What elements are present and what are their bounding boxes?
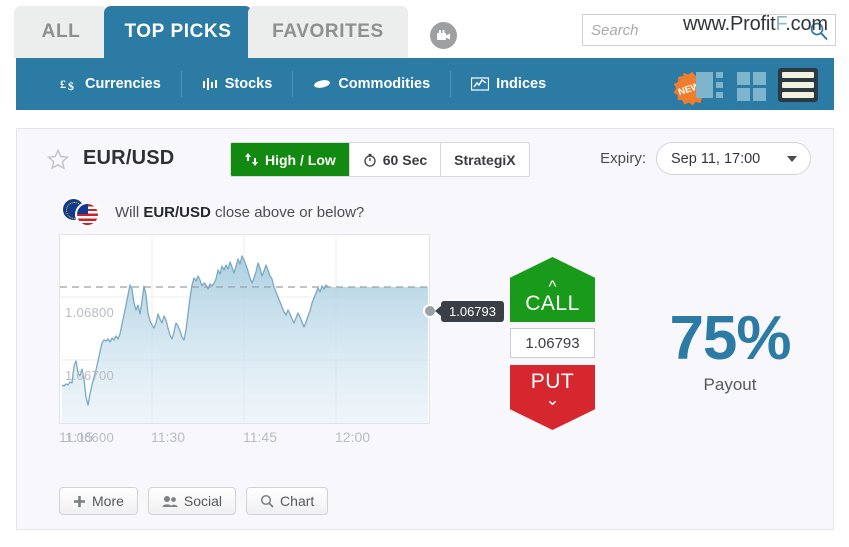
chart-x-tick-2: 11:30 (151, 429, 185, 445)
tab-all[interactable]: ALL (14, 6, 108, 58)
nav-item-indices[interactable]: Indices (451, 71, 566, 97)
trade-question: Will EUR/USD close above or below? (61, 197, 364, 227)
nav-item-stocks[interactable]: Stocks (182, 71, 294, 97)
trade-type-strategix-label: StrategiX (454, 151, 516, 168)
currency-pair-flags (61, 197, 105, 227)
payout-percent: 75% (669, 304, 791, 373)
expiry-label: Expiry: (600, 150, 646, 167)
trade-type-strategix[interactable]: StrategiX (441, 143, 528, 176)
currency-icon: £ $ (60, 77, 74, 92)
question-suffix: close above or below? (210, 203, 365, 221)
chevron-down-icon (787, 156, 797, 162)
asset-actions: More Social Chart (59, 487, 329, 515)
trade-type-60-sec-label: 60 Sec (382, 151, 428, 168)
chevron-down-icon-put: ⌄ (545, 390, 560, 409)
nav-item-currencies[interactable]: £ $ Currencies (40, 71, 182, 97)
trade-controls: ^ CALL 1.06793 PUT ⌄ (510, 257, 595, 430)
category-nav-bar: £ $ Currencies Stocks Commodities Indice… (16, 58, 834, 110)
expiry-select[interactable]: Sep 11, 17:00 (656, 142, 811, 175)
asset-name: EUR/USD (83, 147, 175, 169)
search-icon[interactable] (809, 21, 829, 41)
tab-favorites[interactable]: FAVORITES (248, 6, 408, 58)
social-button[interactable]: Social (147, 487, 237, 515)
svg-text:£: £ (60, 77, 66, 91)
top-tab-bar: ALL TOP PICKS FAVORITES www.ProfitF.com (0, 0, 849, 58)
chart-button-label: Chart (280, 493, 315, 509)
view-toggle-split[interactable]: NEW (696, 70, 728, 100)
question-pair: EUR/USD (143, 203, 211, 221)
tab-top-picks[interactable]: TOP PICKS (104, 6, 252, 58)
nav-item-commodities-label: Commodities (338, 76, 431, 92)
svg-text:$: $ (68, 79, 74, 92)
commodities-icon (314, 80, 331, 88)
trade-type-high-low-label: High / Low (265, 151, 336, 168)
price-chart[interactable] (59, 234, 430, 424)
asset-card: EUR/USD High / Low 60 Sec StrategiX Expi… (16, 128, 834, 530)
call-button[interactable]: ^ CALL (510, 257, 595, 322)
camera-icon (437, 30, 450, 40)
payout-block: 75% Payout (645, 304, 815, 395)
chevron-up-icon: ^ (548, 277, 557, 296)
flag-us-icon (75, 202, 100, 227)
trade-type-high-low[interactable]: High / Low (231, 143, 350, 176)
stopwatch-icon (364, 153, 376, 167)
highlow-icon (245, 153, 258, 166)
chart-x-tick-1: 11:15 (59, 429, 93, 445)
trade-type-group: High / Low 60 Sec StrategiX (230, 142, 530, 177)
plus-icon (74, 495, 85, 507)
tab-favorites-label: FAVORITES (272, 21, 384, 42)
tab-top-picks-label: TOP PICKS (124, 21, 232, 42)
chart-x-tick-3: 11:45 (243, 429, 277, 445)
expiry-value: Sep 11, 17:00 (671, 150, 761, 167)
nav-items: £ $ Currencies Stocks Commodities Indice… (40, 58, 566, 110)
search-box[interactable] (582, 14, 836, 46)
nav-item-stocks-label: Stocks (224, 76, 273, 92)
strike-price-value: 1.06793 (525, 334, 580, 352)
view-toggle-group: NEW (696, 68, 818, 102)
chart-x-tick-4: 12:00 (335, 429, 371, 445)
nav-item-indices-label: Indices (496, 76, 547, 92)
favorite-star-icon[interactable] (47, 148, 69, 170)
call-button-label: CALL (525, 292, 580, 315)
tab-all-label: ALL (41, 21, 81, 42)
stocks-icon (202, 78, 217, 90)
price-chart-svg (60, 235, 429, 423)
view-toggle-grid[interactable] (737, 70, 769, 101)
chart-button[interactable]: Chart (246, 487, 329, 515)
more-button-label: More (92, 493, 124, 509)
chart-area-series (61, 255, 428, 423)
question-text: Will EUR/USD close above or below? (115, 204, 364, 221)
current-price-tag: 1.06793 (435, 301, 504, 322)
more-button[interactable]: More (59, 487, 138, 515)
camera-button[interactable] (430, 22, 457, 49)
view-toggle-list[interactable] (778, 68, 818, 102)
nav-item-currencies-label: Currencies (85, 76, 161, 92)
people-icon (162, 495, 178, 507)
nav-item-commodities[interactable]: Commodities (293, 71, 452, 97)
payout-caption: Payout (703, 375, 757, 394)
strike-price-box: 1.06793 (510, 328, 595, 358)
magnifier-icon (260, 494, 274, 508)
chart-x-axis: 11:15 11:30 11:45 12:00 (59, 429, 439, 449)
search-input[interactable] (583, 15, 835, 45)
asset-header: EUR/USD High / Low 60 Sec StrategiX Expi… (17, 129, 833, 189)
put-button[interactable]: PUT ⌄ (510, 365, 595, 430)
question-prefix: Will (115, 203, 144, 221)
social-button-label: Social (183, 493, 223, 509)
indices-icon (471, 77, 490, 91)
trade-type-60-sec[interactable]: 60 Sec (350, 143, 442, 176)
expiry-control: Expiry: Sep 11, 17:00 (600, 142, 811, 175)
